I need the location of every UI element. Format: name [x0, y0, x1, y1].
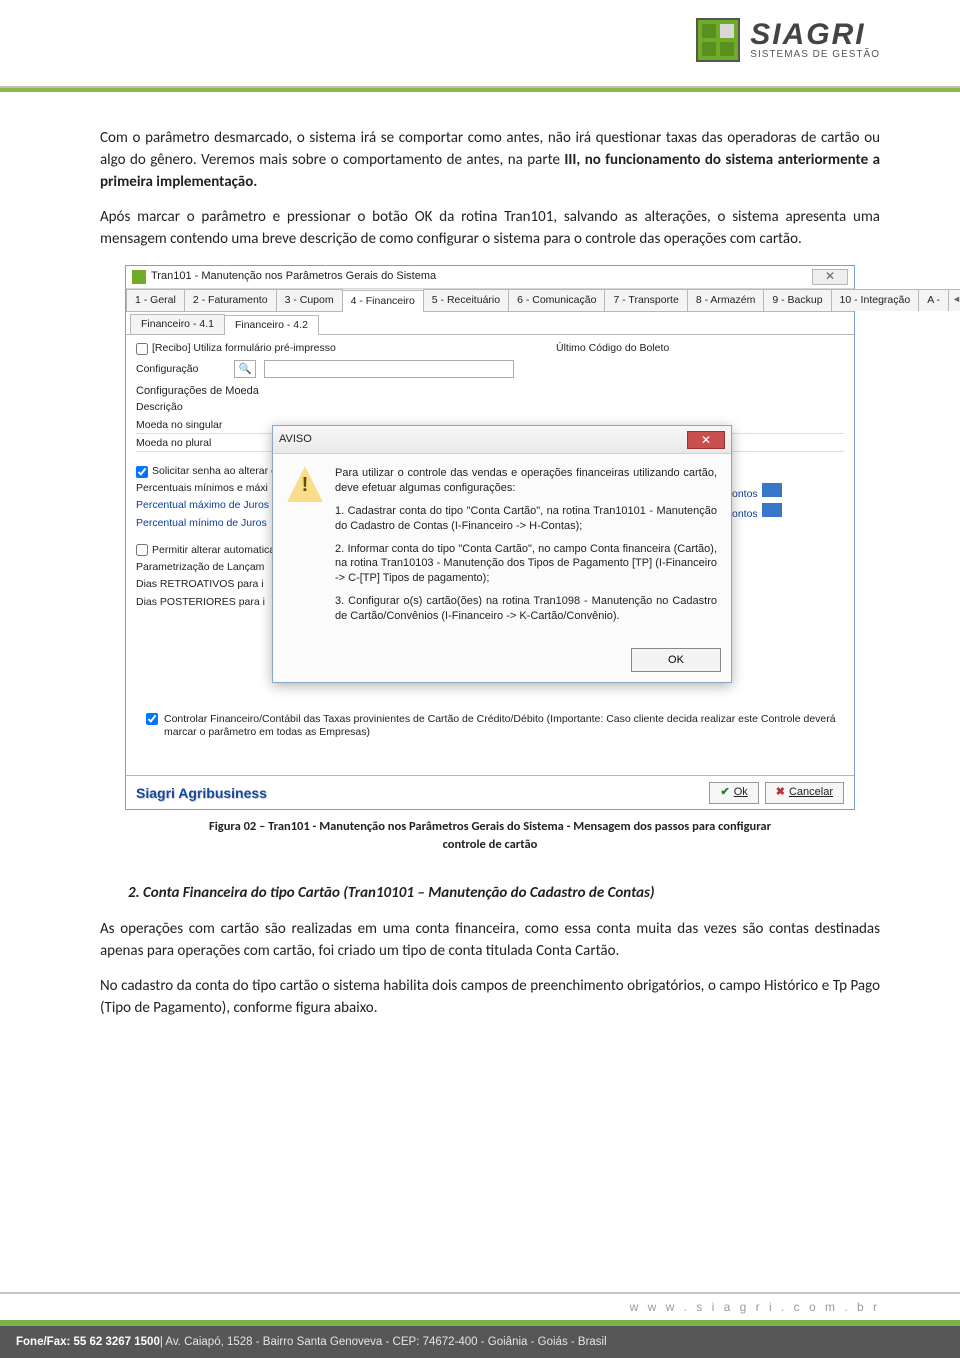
- window-close-button[interactable]: ✕: [812, 269, 848, 285]
- brand-name: SIAGRI: [750, 18, 865, 51]
- parametrizacao-label: Parametrização de Lançam: [136, 560, 264, 575]
- footer-phone: Fone/Fax: 55 62 3267 1500: [16, 1336, 160, 1348]
- form-area: [Recibo] Utiliza formulário pré-impresso…: [126, 335, 854, 715]
- paragraph-2: Após marcar o parâmetro e pressionar o b…: [100, 207, 880, 251]
- tab-geral[interactable]: 1 - Geral: [126, 289, 185, 311]
- dias-retro-label: Dias RETROATIVOS para i: [136, 577, 264, 592]
- controlar-checkbox-row: Controlar Financeiro/Contábil das Taxas …: [146, 713, 840, 738]
- window-icon: [132, 270, 146, 284]
- warning-icon: [287, 466, 323, 502]
- tab-scroll-left[interactable]: ◄: [948, 289, 960, 311]
- aviso-item2: 2. Informar conta do tipo "Conta Cartão"…: [335, 542, 717, 587]
- descricao-label: Descrição: [136, 400, 196, 415]
- moeda-plural-label: Moeda no plural: [136, 436, 211, 451]
- window-footer-brand: Siagri Agribusiness: [136, 783, 267, 803]
- aviso-ok-button[interactable]: OK: [631, 648, 721, 672]
- tab-financeiro[interactable]: 4 - Financeiro: [342, 290, 424, 312]
- aviso-titlebar: AVISO ✕: [273, 426, 731, 454]
- aviso-intro: Para utilizar o controle das vendas e op…: [335, 466, 717, 496]
- figure-caption: Figura 02 – Tran101 - Manutenção nos Par…: [100, 818, 880, 853]
- controlar-label: Controlar Financeiro/Contábil das Taxas …: [164, 713, 840, 738]
- tab-backup[interactable]: 9 - Backup: [763, 289, 831, 311]
- aviso-message: Para utilizar o controle das vendas e op…: [335, 466, 717, 632]
- aviso-item3: 3. Configurar o(s) cartão(ões) na rotina…: [335, 594, 717, 624]
- pontos-1: ontos: [732, 483, 782, 502]
- page-header: SIAGRI SISTEMAS DE GESTÃO: [0, 0, 960, 88]
- document-body: Com o parâmetro desmarcado, o sistema ir…: [0, 88, 960, 1020]
- tab-receituario[interactable]: 5 - Receituário: [423, 289, 509, 311]
- recibo-label: [Recibo] Utiliza formulário pré-impresso: [152, 341, 336, 356]
- perc-max-label: Percentual máximo de Juros: [136, 498, 269, 513]
- tab-armazem[interactable]: 8 - Armazém: [687, 289, 765, 311]
- page-footer: w w w . s i a g r i . c o m . b r Fone/F…: [0, 1292, 960, 1358]
- tab-integracao[interactable]: 10 - Integração: [831, 289, 920, 311]
- tab-a[interactable]: A -: [918, 289, 949, 311]
- aviso-close-button[interactable]: ✕: [687, 431, 725, 449]
- tab-comunicacao[interactable]: 6 - Comunicação: [508, 289, 605, 311]
- brand-tagline: SISTEMAS DE GESTÃO: [750, 50, 880, 60]
- logo-text: SIAGRI SISTEMAS DE GESTÃO: [750, 20, 880, 60]
- subtab-fin-42[interactable]: Financeiro - 4.2: [224, 315, 319, 335]
- window-subtabs: Financeiro - 4.1 Financeiro - 4.2: [126, 312, 854, 335]
- tab-cupom[interactable]: 3 - Cupom: [276, 289, 343, 311]
- tran101-window: Tran101 - Manutenção nos Parâmetros Gera…: [125, 265, 855, 810]
- aviso-item1: 1. Cadastrar conta do tipo "Conta Cartão…: [335, 504, 717, 534]
- window-title: Tran101 - Manutenção nos Parâmetros Gera…: [151, 269, 436, 285]
- brand-logo: SIAGRI SISTEMAS DE GESTÃO: [696, 18, 880, 62]
- pontos-pill-1-icon[interactable]: [762, 483, 782, 497]
- paragraph-3: As operações com cartão são realizadas e…: [100, 919, 880, 963]
- window-titlebar: Tran101 - Manutenção nos Parâmetros Gera…: [126, 266, 854, 289]
- controlar-checkbox[interactable]: [146, 713, 158, 725]
- window-footer: Siagri Agribusiness ✔Ok ✖Cancelar: [126, 775, 854, 809]
- permitir-checkbox[interactable]: [136, 544, 148, 556]
- perc-min-label: Percentual mínimo de Juros: [136, 516, 267, 531]
- ultimo-codigo-label: Último Código do Boleto: [556, 341, 669, 356]
- header-accent-rule: [0, 88, 960, 92]
- permitir-label: Permitir alterar automaticam: [152, 543, 284, 558]
- tab-faturamento[interactable]: 2 - Faturamento: [184, 289, 277, 311]
- config-moeda-group-label: Configurações de Moeda: [136, 384, 844, 400]
- logo-mark-icon: [696, 18, 740, 62]
- percentuais-label: Percentuais mínimos e máxi: [136, 481, 268, 496]
- tab-transporte[interactable]: 7 - Transporte: [604, 289, 687, 311]
- configuracao-input[interactable]: [264, 360, 514, 378]
- footer-address: | Av. Caiapó, 1528 - Bairro Santa Genove…: [160, 1336, 607, 1348]
- dias-post-label: Dias POSTERIORES para i: [136, 595, 265, 610]
- pontos-pill-2-icon[interactable]: [762, 503, 782, 517]
- paragraph-1: Com o parâmetro desmarcado, o sistema ir…: [100, 128, 880, 193]
- solicitar-label: Solicitar senha ao alterar o: [152, 464, 277, 479]
- window-tabs: 1 - Geral 2 - Faturamento 3 - Cupom 4 - …: [126, 289, 854, 312]
- moeda-singular-label: Moeda no singular: [136, 418, 222, 433]
- paragraph-4: No cadastro da conta do tipo cartão o si…: [100, 976, 880, 1020]
- recibo-checkbox[interactable]: [136, 343, 148, 355]
- aviso-dialog: AVISO ✕ Para utilizar o controle das ven…: [272, 425, 732, 683]
- section-2-heading: 2. Conta Financeira do tipo Cartão (Tran…: [128, 883, 880, 905]
- window-ok-button[interactable]: ✔Ok: [709, 782, 758, 804]
- window-cancel-button[interactable]: ✖Cancelar: [765, 782, 844, 804]
- configuracao-label: Configuração: [136, 362, 226, 377]
- search-icon[interactable]: 🔍: [234, 360, 256, 378]
- pontos-2: ontos: [732, 503, 782, 522]
- aviso-title-text: AVISO: [279, 432, 312, 448]
- subtab-fin-41[interactable]: Financeiro - 4.1: [130, 314, 225, 334]
- footer-contact: Fone/Fax: 55 62 3267 1500 | Av. Caiapó, …: [0, 1326, 960, 1358]
- site-url: w w w . s i a g r i . c o m . b r: [0, 1292, 960, 1320]
- solicitar-checkbox[interactable]: [136, 466, 148, 478]
